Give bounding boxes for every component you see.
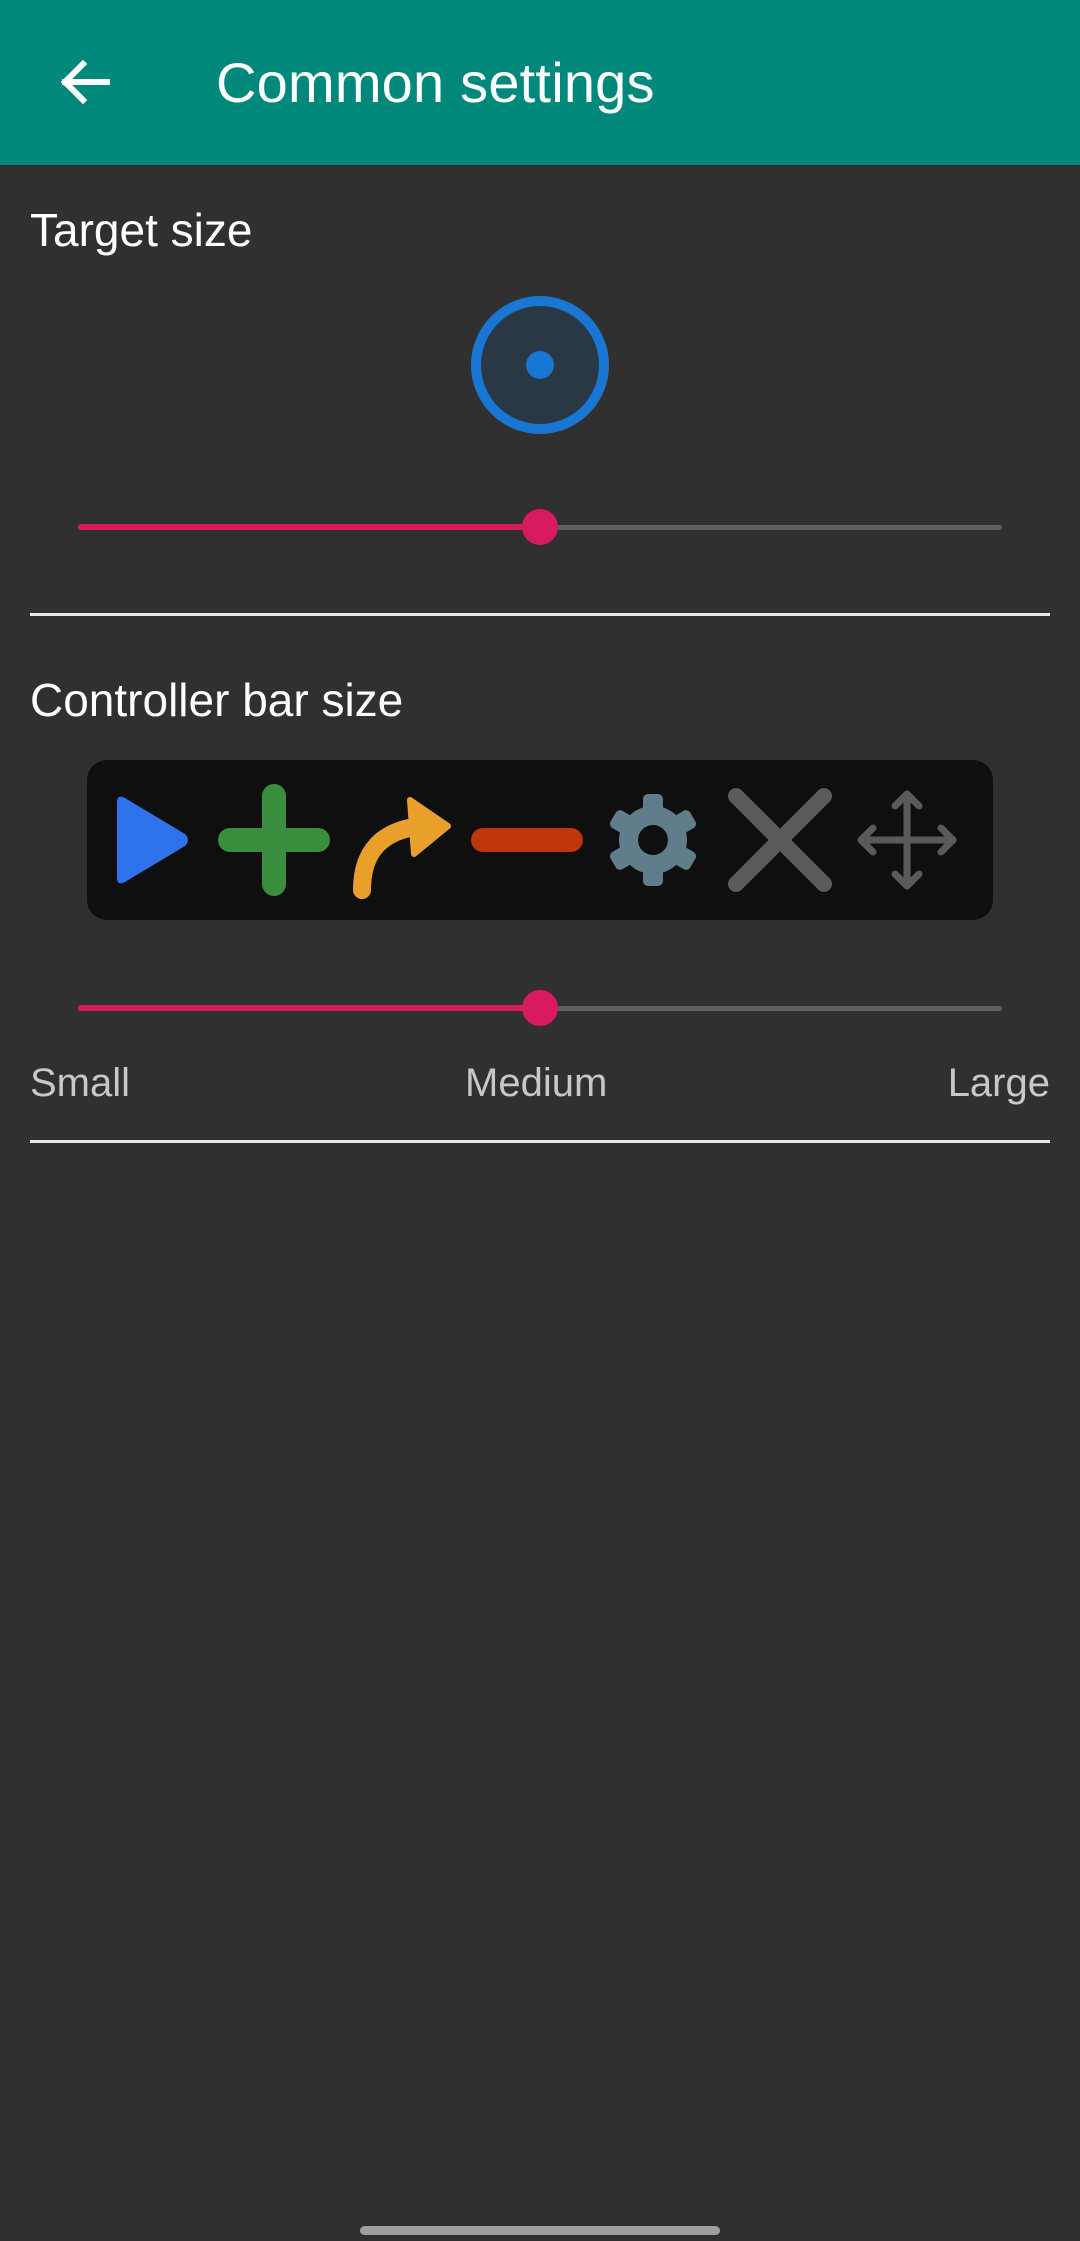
- size-label-medium: Medium: [465, 1061, 608, 1105]
- size-label-large: Large: [947, 1061, 1050, 1105]
- section-divider: [30, 613, 1050, 616]
- page-title: Common settings: [216, 51, 655, 114]
- back-button[interactable]: [40, 42, 130, 122]
- slider-fill: [78, 1005, 540, 1011]
- redo-arrow-icon: [340, 780, 460, 900]
- minus-icon: [467, 780, 587, 900]
- controller-bar-size-title: Controller bar size: [30, 674, 404, 726]
- gear-icon: [593, 780, 713, 900]
- arrow-left-icon: [60, 59, 110, 105]
- play-icon: [87, 780, 207, 900]
- app-bar: Common settings: [0, 0, 1080, 165]
- target-size-title: Target size: [30, 204, 253, 256]
- close-icon: [720, 780, 840, 900]
- home-indicator[interactable]: [360, 2226, 720, 2235]
- section-divider: [30, 1140, 1050, 1143]
- move-icon: [847, 780, 967, 900]
- target-size-slider[interactable]: [78, 507, 1002, 547]
- slider-fill: [78, 524, 540, 530]
- slider-thumb[interactable]: [522, 509, 558, 545]
- controller-bar-preview: [87, 760, 993, 920]
- plus-icon: [214, 780, 334, 900]
- target-circle-icon: [471, 296, 609, 434]
- controller-bar-size-slider[interactable]: [78, 988, 1002, 1028]
- size-label-small: Small: [30, 1061, 131, 1105]
- slider-thumb[interactable]: [522, 990, 558, 1026]
